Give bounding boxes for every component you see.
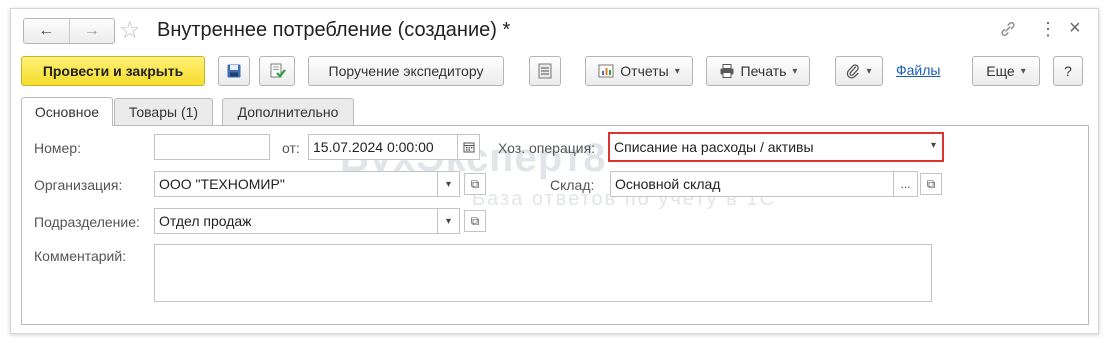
- form-panel: БухЭксперт8 База ответов по учету в 1С Н…: [21, 125, 1089, 325]
- forward-icon[interactable]: →: [68, 19, 115, 43]
- chevron-down-icon[interactable]: ▾: [931, 140, 936, 151]
- save-button[interactable]: [218, 56, 250, 86]
- open-icon[interactable]: ⧉: [920, 173, 942, 195]
- favorite-star-icon[interactable]: ☆: [119, 19, 141, 43]
- structure-button[interactable]: [529, 56, 561, 86]
- chevron-down-icon[interactable]: ▾: [438, 171, 460, 197]
- tab-main[interactable]: Основное: [21, 97, 113, 126]
- post-document-icon: [270, 63, 286, 78]
- comment-label: Комментарий:: [34, 248, 127, 264]
- link-icon[interactable]: [999, 20, 1017, 43]
- reports-icon: [598, 64, 614, 78]
- operation-select[interactable]: Списание на расходы / активы ▾: [608, 132, 944, 162]
- printer-icon: [720, 64, 734, 78]
- files-link[interactable]: Файлы: [896, 62, 940, 78]
- open-icon[interactable]: ⧉: [464, 210, 486, 232]
- number-field[interactable]: [154, 134, 270, 160]
- more-label: Еще: [986, 63, 1015, 79]
- nav-buttons: ← →: [23, 18, 115, 44]
- tab-goods[interactable]: Товары (1): [114, 98, 213, 125]
- post-and-close-button[interactable]: Провести и закрыть: [21, 56, 205, 86]
- operation-label: Хоз. операция:: [498, 140, 596, 156]
- print-label: Печать: [740, 63, 787, 79]
- paperclip-icon: [847, 64, 860, 79]
- save-icon: [227, 64, 241, 78]
- document-window: ← → ☆ Внутреннее потребление (создание) …: [10, 8, 1099, 334]
- reports-button[interactable]: Отчеты: [585, 56, 693, 86]
- organization-field[interactable]: ООО "ТЕХНОМИР": [154, 171, 438, 197]
- organization-label: Организация:: [34, 177, 123, 193]
- select-ellipsis-button[interactable]: ...: [894, 171, 918, 197]
- tab-additional[interactable]: Дополнительно: [222, 98, 354, 125]
- window-title: Внутреннее потребление (создание) *: [157, 19, 511, 41]
- chevron-down-icon[interactable]: ▾: [438, 208, 460, 234]
- date-field[interactable]: 15.07.2024 0:00:00: [308, 134, 458, 160]
- back-icon[interactable]: ←: [24, 19, 69, 43]
- more-vertical-icon[interactable]: ⋮: [1039, 19, 1057, 40]
- warehouse-label: Склад:: [550, 177, 595, 193]
- calendar-icon[interactable]: [458, 134, 480, 160]
- department-label: Подразделение:: [34, 214, 140, 230]
- more-button[interactable]: Еще: [972, 56, 1040, 86]
- print-button[interactable]: Печать: [706, 56, 810, 86]
- reports-label: Отчеты: [620, 63, 669, 79]
- operation-value: Списание на расходы / активы: [614, 139, 814, 155]
- close-icon[interactable]: ×: [1069, 17, 1081, 40]
- post-button[interactable]: [259, 56, 295, 86]
- attach-button[interactable]: [835, 56, 883, 86]
- comment-textarea[interactable]: [154, 244, 932, 302]
- warehouse-field[interactable]: Основной склад: [610, 171, 894, 197]
- list-icon: [538, 63, 552, 79]
- open-icon[interactable]: ⧉: [464, 173, 486, 195]
- date-prefix-label: от:: [282, 140, 300, 156]
- department-field[interactable]: Отдел продаж: [154, 208, 438, 234]
- help-button[interactable]: ?: [1053, 56, 1083, 86]
- number-label: Номер:: [34, 140, 81, 156]
- courier-order-button[interactable]: Поручение экспедитору: [308, 56, 504, 86]
